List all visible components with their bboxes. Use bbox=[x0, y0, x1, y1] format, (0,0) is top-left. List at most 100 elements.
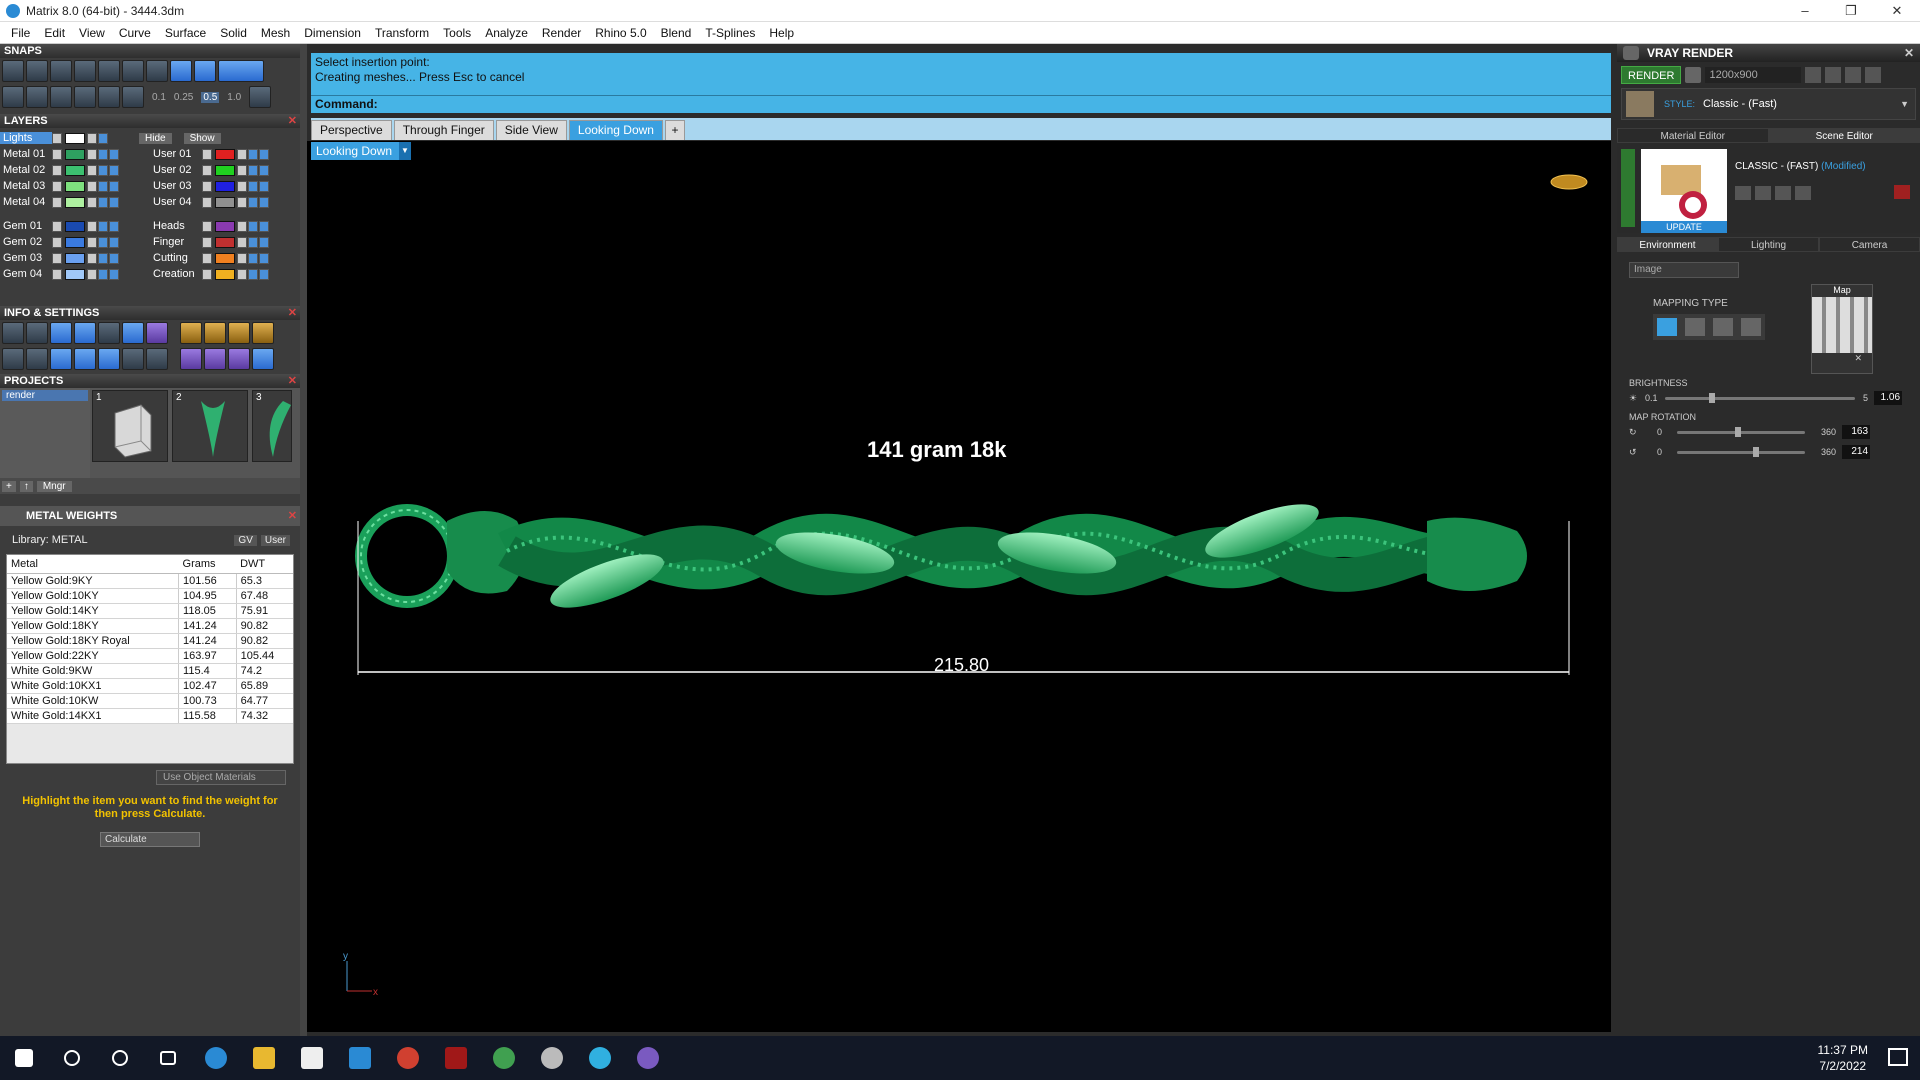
col-dwt[interactable]: DWT bbox=[236, 555, 293, 574]
snap-mid-icon[interactable] bbox=[50, 60, 72, 82]
lock-icon[interactable] bbox=[87, 180, 97, 192]
vray-icon[interactable] bbox=[252, 348, 274, 370]
layer-render-icon[interactable] bbox=[259, 180, 269, 192]
layer-row[interactable]: User 04 bbox=[150, 194, 300, 210]
table-row[interactable]: Yellow Gold:14KY 118.05 75.91 bbox=[7, 603, 293, 619]
layer-render-icon[interactable] bbox=[109, 268, 119, 280]
curve-snap-icon[interactable] bbox=[74, 86, 96, 108]
table-row[interactable]: White Gold:10KW 100.73 64.77 bbox=[7, 693, 293, 709]
layer-render-icon[interactable] bbox=[259, 268, 269, 280]
menu-tools[interactable]: Tools bbox=[436, 26, 478, 40]
project-thumb-3[interactable]: 3 bbox=[252, 390, 292, 462]
brightness-slider[interactable]: ☀ 0.1 5 1.06 bbox=[1617, 388, 1920, 408]
search-icon[interactable] bbox=[48, 1036, 96, 1080]
show-button[interactable]: Show bbox=[183, 132, 221, 144]
tab-through-finger[interactable]: Through Finger bbox=[393, 120, 494, 140]
layer-name[interactable]: Heads bbox=[150, 220, 202, 232]
command-input[interactable]: Command: bbox=[311, 95, 1611, 113]
layer-color[interactable] bbox=[215, 148, 235, 160]
render-settings-icon[interactable] bbox=[1685, 67, 1702, 83]
layer-name[interactable]: Gem 01 bbox=[0, 220, 52, 232]
lock-icon[interactable] bbox=[87, 268, 97, 280]
filter-icon[interactable] bbox=[98, 348, 120, 370]
close-icon[interactable]: ✕ bbox=[288, 506, 297, 526]
lock-icon[interactable] bbox=[87, 196, 97, 208]
menu-blend[interactable]: Blend bbox=[654, 26, 699, 40]
layer-name[interactable]: Metal 01 bbox=[0, 148, 52, 160]
snap-center-icon[interactable] bbox=[122, 60, 144, 82]
menu-view[interactable]: View bbox=[72, 26, 112, 40]
layer-color[interactable] bbox=[215, 268, 235, 280]
file-explorer-icon[interactable] bbox=[240, 1036, 288, 1080]
tab-side-view[interactable]: Side View bbox=[495, 120, 567, 140]
compass-icon[interactable] bbox=[1550, 174, 1588, 190]
layer-visibility-icon[interactable] bbox=[248, 196, 258, 208]
project-list[interactable]: render bbox=[0, 388, 90, 478]
table-row[interactable]: Yellow Gold:9KY 101.56 65.3 bbox=[7, 573, 293, 589]
layer-color[interactable] bbox=[65, 236, 85, 248]
viewport[interactable]: y x bbox=[307, 141, 1611, 1032]
menu-help[interactable]: Help bbox=[762, 26, 801, 40]
render-icon[interactable] bbox=[180, 348, 202, 370]
pointer-snap-icon[interactable] bbox=[122, 86, 144, 108]
layer-visibility-icon[interactable] bbox=[98, 148, 108, 160]
lock-icon[interactable] bbox=[87, 132, 97, 144]
layer-render-icon[interactable] bbox=[259, 220, 269, 232]
app-paint-icon[interactable] bbox=[528, 1036, 576, 1080]
layer-expand-icon[interactable] bbox=[202, 164, 212, 176]
remove-icon[interactable] bbox=[1795, 186, 1811, 200]
grid-view-icon[interactable] bbox=[146, 348, 168, 370]
layer-visibility-icon[interactable] bbox=[248, 148, 258, 160]
layer-row[interactable]: Metal 02 bbox=[0, 162, 150, 178]
user-toggle[interactable]: User bbox=[260, 534, 290, 546]
brightness-value[interactable]: 1.06 bbox=[1874, 391, 1903, 405]
table-row[interactable]: White Gold:14KX1 115.58 74.32 bbox=[7, 708, 293, 724]
layer-color[interactable] bbox=[65, 220, 85, 232]
layer-visibility-icon[interactable] bbox=[248, 180, 258, 192]
lock-icon[interactable] bbox=[237, 196, 247, 208]
layer-name[interactable]: User 04 bbox=[150, 196, 202, 208]
lock-icon[interactable] bbox=[87, 148, 97, 160]
layer-visibility-icon[interactable] bbox=[98, 252, 108, 264]
box-icon[interactable] bbox=[74, 348, 96, 370]
mapping-hemisphere-icon[interactable] bbox=[1713, 318, 1733, 336]
close-icon[interactable]: ✕ bbox=[288, 306, 297, 320]
table-row[interactable]: Yellow Gold:18KY Royal 141.24 90.82 bbox=[7, 633, 293, 649]
layer-name[interactable]: Gem 04 bbox=[0, 268, 52, 280]
layer-row[interactable]: Gem 03 bbox=[0, 250, 150, 266]
layer-name[interactable]: Gem 02 bbox=[0, 236, 52, 248]
gv-toggle[interactable]: GV bbox=[234, 534, 257, 546]
menu-render[interactable]: Render bbox=[535, 26, 588, 40]
layer-name[interactable]: Creation bbox=[150, 268, 202, 280]
layer-visibility-icon[interactable] bbox=[248, 164, 258, 176]
table-row[interactable]: Yellow Gold:10KY 104.95 67.48 bbox=[7, 588, 293, 604]
lock-icon[interactable] bbox=[237, 268, 247, 280]
lock-icon[interactable] bbox=[237, 164, 247, 176]
layer-visibility-icon[interactable] bbox=[248, 252, 258, 264]
layer-color[interactable] bbox=[65, 196, 85, 208]
layer-color[interactable] bbox=[65, 164, 85, 176]
layer-visibility-icon[interactable] bbox=[98, 164, 108, 176]
layer-render-icon[interactable] bbox=[109, 196, 119, 208]
snap-value-3[interactable]: 0.5 bbox=[201, 91, 220, 103]
col-metal[interactable]: Metal bbox=[7, 555, 179, 574]
col-grams[interactable]: Grams bbox=[178, 555, 237, 574]
notifications-icon[interactable] bbox=[1888, 1048, 1908, 1066]
layer-expand-icon[interactable] bbox=[52, 180, 62, 192]
database-icon[interactable] bbox=[50, 322, 72, 344]
osnap-icon[interactable] bbox=[26, 86, 48, 108]
layer-color[interactable] bbox=[65, 268, 85, 280]
lock-icon[interactable] bbox=[237, 236, 247, 248]
ring-icon[interactable] bbox=[204, 322, 226, 344]
layer-color[interactable] bbox=[65, 148, 85, 160]
layer-visibility-icon[interactable] bbox=[98, 268, 108, 280]
snap-grid-icon[interactable] bbox=[2, 60, 24, 82]
menu-analyze[interactable]: Analyze bbox=[478, 26, 535, 40]
tools-icon[interactable] bbox=[122, 348, 144, 370]
cortana-icon[interactable] bbox=[96, 1036, 144, 1080]
layer-visibility-icon[interactable] bbox=[98, 196, 108, 208]
layer-expand-icon[interactable] bbox=[52, 164, 62, 176]
layer-render-icon[interactable] bbox=[259, 164, 269, 176]
reset-icon[interactable] bbox=[1894, 185, 1910, 199]
layer-row[interactable]: Metal 01 bbox=[0, 146, 150, 162]
